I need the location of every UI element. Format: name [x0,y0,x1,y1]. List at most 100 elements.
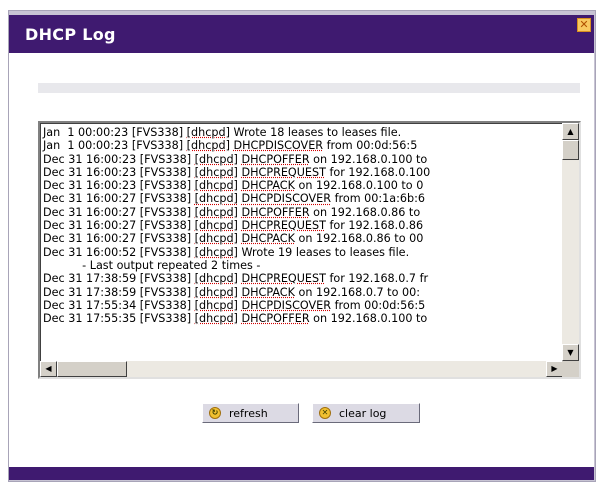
close-button[interactable]: ✕ [577,18,591,32]
log-token-underlined: DHCPDISCOVER [241,298,332,312]
log-token-underlined: [dhcpd] [194,205,238,219]
log-token-underlined: [dhcpd] [194,312,238,326]
log-line: Dec 31 17:55:35 [FVS338] [dhcpd] DHCPOFF… [43,312,430,325]
arrow-left-icon: ◀ [45,364,52,373]
log-text: for 192.168.0.86 [325,219,424,233]
log-token-underlined: [dhcpd] [194,179,238,193]
log-token-underlined: DHCPOFFER [241,205,310,219]
log-token-underlined: DHCPREQUEST [241,272,326,286]
log-text: Dec 31 17:55:35 [FVS338] [43,312,195,326]
log-textarea[interactable]: Jan 1 00:00:23 [FVS338] [dhcpd] Wrote 18… [38,121,581,379]
log-text: - Last output repeated 2 times - [43,258,261,272]
log-line: Jan 1 00:00:23 [FVS338] [dhcpd] DHCPDISC… [43,139,430,152]
log-token-underlined: DHCPREQUEST [241,165,326,179]
log-text: Dec 31 17:38:59 [FVS338] [43,272,195,286]
log-text: Dec 31 16:00:27 [FVS338] [43,205,195,219]
log-text: Dec 31 17:55:34 [FVS338] [43,298,195,312]
log-text: Dec 31 17:38:59 [FVS338] [43,285,195,299]
log-token-underlined: [dhcpd] [194,298,238,312]
dialog-content: Jan 1 00:00:23 [FVS338] [dhcpd] Wrote 18… [9,53,594,467]
log-token-underlined: [dhcpd] [194,219,238,233]
clear-log-button[interactable]: ✕ clear log [312,403,420,423]
log-line: Dec 31 16:00:23 [FVS338] [dhcpd] DHCPOFF… [43,153,430,166]
log-token-underlined: [dhcpd] [194,165,238,179]
horizontal-scrollbar[interactable]: ◀ ▶ [40,361,563,377]
log-text: Dec 31 16:00:27 [FVS338] [43,232,195,246]
log-text: on 192.168.0.86 to 00 [294,232,424,246]
log-token-underlined: [dhcpd] [194,192,238,206]
scrollbar-corner [562,361,579,377]
arrow-right-icon: ▶ [551,364,558,373]
scroll-right-button[interactable]: ▶ [546,361,563,377]
close-icon: ✕ [579,18,589,31]
clear-glyph: ✕ [321,408,329,417]
log-token-underlined: DHCPOFFER [241,312,310,326]
title-bar: DHCP Log ✕ [9,15,594,53]
log-line: Dec 31 16:00:27 [FVS338] [dhcpd] DHCPOFF… [43,206,430,219]
log-line: Dec 31 16:00:27 [FVS338] [dhcpd] DHCPDIS… [43,192,430,205]
scroll-up-button[interactable]: ▲ [562,123,579,140]
arrow-down-icon: ▼ [567,348,574,357]
log-token-underlined: DHCPOFFER [241,152,310,166]
scroll-left-button[interactable]: ◀ [40,361,57,377]
log-text: on 192.168.0.100 to [309,312,428,326]
log-token-underlined: [dhcpd] [186,139,230,153]
log-line: Dec 31 16:00:23 [FVS338] [dhcpd] DHCPACK… [43,179,430,192]
log-line: Dec 31 17:55:34 [FVS338] [dhcpd] DHCPDIS… [43,299,430,312]
log-text: Dec 31 16:00:52 [FVS338] [43,245,195,259]
vertical-scrollbar[interactable]: ▲ ▼ [562,123,579,361]
log-line: Dec 31 16:00:23 [FVS338] [dhcpd] DHCPREQ… [43,166,430,179]
horizontal-scroll-thumb[interactable] [57,361,127,377]
log-text: on 192.168.0.86 to [309,205,421,219]
bottom-bar [9,467,594,480]
log-viewport: Jan 1 00:00:23 [FVS338] [dhcpd] Wrote 18… [40,123,563,361]
refresh-icon: ↻ [209,407,221,419]
log-token-underlined: [dhcpd] [186,126,230,139]
log-token-underlined: DHCPDISCOVER [241,192,332,206]
log-line: Dec 31 17:38:59 [FVS338] [dhcpd] DHCPACK… [43,286,430,299]
log-token-underlined: DHCPREQUEST [241,219,326,233]
refresh-glyph: ↻ [211,408,219,417]
log-token-underlined: DHCPACK [241,179,295,193]
log-text: Jan 1 00:00:23 [FVS338] [43,139,187,153]
clear-icon: ✕ [319,407,331,419]
refresh-button[interactable]: ↻ refresh [202,403,299,423]
log-text: Dec 31 16:00:27 [FVS338] [43,192,195,206]
log-token-underlined: DHCPACK [241,232,295,246]
log-text: on 192.168.0.100 to [309,152,428,166]
log-line: Dec 31 17:38:59 [FVS338] [dhcpd] DHCPREQ… [43,272,430,285]
log-text: Wrote 19 leases to leases file. [237,245,410,259]
log-token-underlined: DHCPDISCOVER [233,139,324,153]
log-line: Dec 31 16:00:27 [FVS338] [dhcpd] DHCPREQ… [43,219,430,232]
log-text: for 192.168.0.100 [325,165,431,179]
arrow-up-icon: ▲ [567,127,574,136]
log-text: Dec 31 16:00:23 [FVS338] [43,152,195,166]
scroll-down-button[interactable]: ▼ [562,344,579,361]
log-token-underlined: [dhcpd] [194,152,238,166]
log-text: from 00:0d:56:5 [331,298,426,312]
log-token-underlined: [dhcpd] [194,285,238,299]
log-text: on 192.168.0.7 to 00: [294,285,420,299]
log-line: Jan 1 00:00:23 [FVS338] [dhcpd] Wrote 18… [43,126,430,139]
refresh-button-label: refresh [229,406,268,420]
log-text: from 00:1a:6b:6 [331,192,426,206]
log-text: Jan 1 00:00:23 [FVS338] [43,126,187,139]
log-text: Dec 31 16:00:23 [FVS338] [43,179,195,193]
log-text: from 00:0d:56:5 [323,139,418,153]
vertical-scroll-thumb[interactable] [562,140,579,160]
log-token-underlined: DHCPACK [241,285,295,299]
log-text: Dec 31 16:00:23 [FVS338] [43,165,195,179]
log-line: Dec 31 16:00:27 [FVS338] [dhcpd] DHCPACK… [43,232,430,245]
clear-log-button-label: clear log [339,406,387,420]
window-title: DHCP Log [25,25,116,44]
log-token-underlined: [dhcpd] [194,272,238,286]
log-token-underlined: [dhcpd] [194,245,238,259]
separator-bar [38,83,580,93]
log-lines: Jan 1 00:00:23 [FVS338] [dhcpd] Wrote 18… [43,126,430,325]
log-text: Dec 31 16:00:27 [FVS338] [43,219,195,233]
log-token-underlined: [dhcpd] [194,232,238,246]
log-text: for 192.168.0.7 fr [325,272,429,286]
log-line: Dec 31 16:00:52 [FVS338] [dhcpd] Wrote 1… [43,246,430,259]
log-line: - Last output repeated 2 times - [43,259,430,272]
log-text: Wrote 18 leases to leases file. [229,126,402,139]
